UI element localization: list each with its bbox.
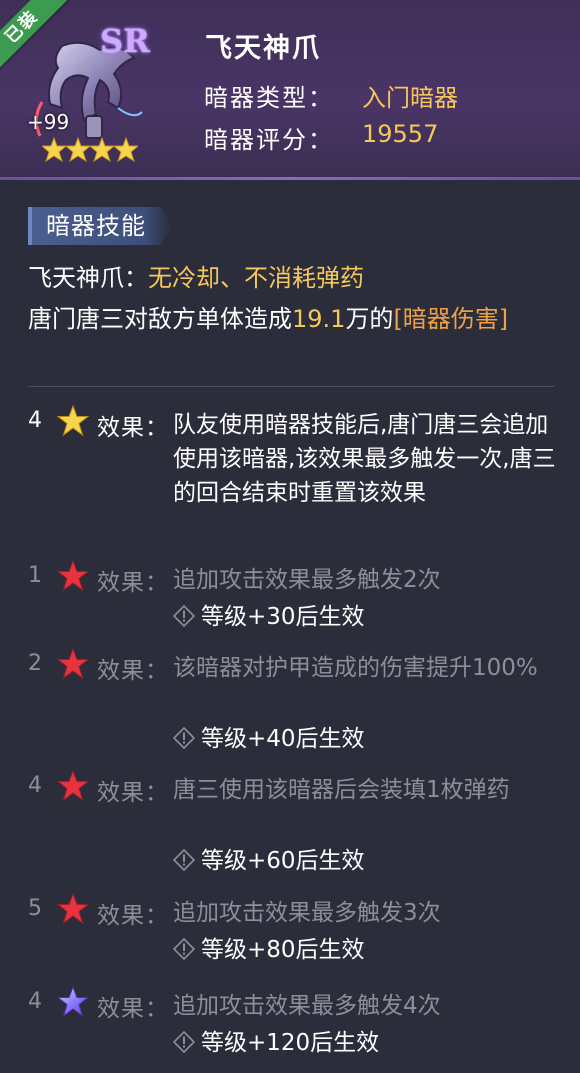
weapon-level: +99 [27,110,70,134]
effect-requirement-text: 等级+60后生效 [201,848,365,874]
gold-star-icon [56,404,90,437]
weapon-header: 已装 SR +99 飞天神爪 暗器类型： 入门暗器 暗器评分： 19557 [0,0,580,180]
effect-star-count: 1 [28,563,42,588]
effect-requirement: 等级+60后生效 [173,841,365,875]
weapon-type-label: 暗器类型： [204,84,334,112]
effect-star-count: 4 [28,773,42,798]
star-icon [42,136,68,163]
effect-description: 该暗器对护甲造成的伤害提升100% [173,655,538,681]
effect-requirement: 等级+30后生效 [173,597,365,631]
effect-requirement-text: 等级+40后生效 [201,726,365,752]
effect-star-count: 2 [28,651,42,676]
skill-description: 唐门唐三对敌方单体造成19.1万的[暗器伤害] [28,302,554,336]
skill-text-pre: 唐门唐三对敌方单体造成 [28,305,292,333]
weapon-type-row: 暗器类型： 入门暗器 [204,78,458,113]
skill-section-tag: 暗器技能 [28,207,172,245]
star-icon [112,136,138,163]
star-icon [64,136,92,163]
warning-icon [173,849,195,871]
skill-traits: 无冷却、不消耗弹药 [148,264,364,292]
skill-damage-value: 19.1 [292,305,346,333]
weapon-score-label: 暗器评分： [204,126,334,154]
effect-description: 唐三使用该暗器后会装填1枚弹药 [173,777,510,803]
effect-requirement-text: 等级+30后生效 [201,604,365,630]
effect-requirement: 等级+40后生效 [173,719,365,753]
star-icon [88,136,116,163]
skill-text-mid: 万的 [345,305,394,333]
weapon-score-row: 暗器评分： 19557 [204,120,438,155]
effect-description: 追加攻击效果最多触发3次 [173,900,441,926]
effect-label: 效果： [97,996,169,1022]
effect-description: 队友使用暗器技能后,唐门唐三会追加使用该暗器,该效果最多触发一次,唐三的回合结束… [173,412,556,506]
weapon-star-rating [42,136,138,163]
effect-description: 追加攻击效果最多触发4次 [173,993,441,1019]
effect-requirement-text: 等级+80后生效 [201,937,365,963]
effect-requirement: 等级+120后生效 [173,1023,379,1057]
section-divider [28,386,554,387]
skill-name: 飞天神爪： [28,264,148,292]
effect-label: 效果： [97,658,169,684]
effect-requirement-text: 等级+120后生效 [201,1030,380,1056]
red-star-icon [56,769,90,802]
effect-star-count: 4 [28,989,42,1014]
red-star-icon [56,892,90,925]
warning-icon [173,938,195,960]
weapon-score-value: 19557 [362,120,439,148]
skill-damage-type: [暗器伤害] [393,305,509,333]
red-star-icon [56,647,90,680]
effect-label: 效果： [97,570,169,596]
effect-label: 效果： [97,415,169,441]
warning-icon [173,605,195,627]
weapon-name: 飞天神爪 [205,33,321,64]
skill-title-line: 飞天神爪：无冷却、不消耗弹药 [28,258,364,293]
red-star-icon [56,559,90,592]
purple-star-icon [56,985,90,1018]
rarity-badge: SR [100,22,150,60]
effect-star-count: 4 [28,408,42,433]
weapon-type-value: 入门暗器 [362,84,458,112]
effect-label: 效果： [97,903,169,929]
effect-label: 效果： [97,780,169,806]
warning-icon [173,1031,195,1053]
warning-icon [173,727,195,749]
effect-star-count: 5 [28,896,42,921]
effect-requirement: 等级+80后生效 [173,930,365,964]
effect-description: 追加攻击效果最多触发2次 [173,567,441,593]
